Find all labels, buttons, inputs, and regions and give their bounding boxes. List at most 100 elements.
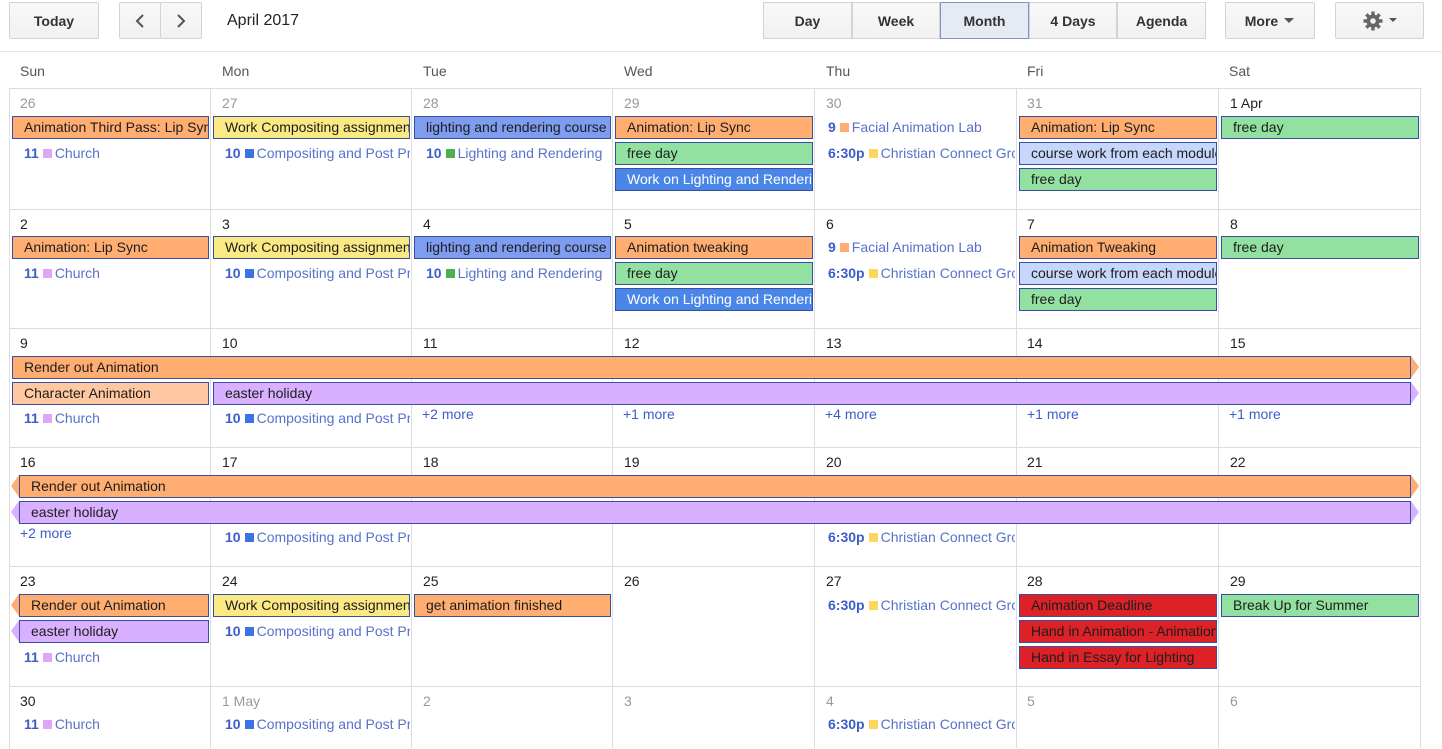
day-number[interactable]: 29 [1230,573,1246,589]
event-bar[interactable]: Animation tweaking [615,236,813,259]
event-bar[interactable]: Work on Lighting and Rendering [615,168,813,191]
event-bar[interactable]: Hand in Animation - Animation [1019,620,1217,643]
event-bar-multiday[interactable]: Render out Animation [19,475,1411,498]
event-bar[interactable]: free day [1019,168,1217,191]
view-week-button[interactable]: Week [852,2,940,39]
day-number[interactable]: 24 [222,573,238,589]
event-bar[interactable]: Character Animation [12,382,209,405]
more-link[interactable]: +1 more [623,406,675,422]
timed-event[interactable]: 6:30pChristian Connect Group [828,526,1015,548]
event-bar[interactable]: free day [615,142,813,165]
event-bar[interactable]: Work Compositing assignment [213,594,410,617]
day-number[interactable]: 17 [222,454,238,470]
day-number[interactable]: 27 [222,95,238,111]
timed-event[interactable]: 10Compositing and Post Production [225,713,410,735]
day-number[interactable]: 4 [826,693,834,709]
event-bar[interactable]: Work on Lighting and Rendering [615,288,813,311]
event-bar[interactable]: free day [1221,236,1419,259]
event-bar-multiday[interactable]: easter holiday [19,501,1411,524]
timed-event[interactable]: 10Compositing and Post Production [225,142,410,164]
day-number[interactable]: 6 [1230,693,1238,709]
view-day-button[interactable]: Day [763,2,852,39]
day-number[interactable]: 2 [20,216,28,232]
day-number[interactable]: 13 [826,335,842,351]
day-number[interactable]: 10 [222,335,238,351]
timed-event[interactable]: 11 Church [24,713,209,735]
day-number[interactable]: 5 [624,216,632,232]
day-number[interactable]: 16 [20,454,36,470]
day-number[interactable]: 19 [624,454,640,470]
more-link[interactable]: +2 more [422,406,474,422]
day-number[interactable]: 30 [20,693,36,709]
event-bar-multiday[interactable]: easter holiday [19,620,209,643]
timed-event[interactable]: 10Compositing and Post Production [225,262,410,284]
event-bar[interactable]: Work Compositing assignment [213,236,410,259]
view-agenda-button[interactable]: Agenda [1117,2,1206,39]
more-button[interactable]: More [1225,2,1315,39]
timed-event[interactable]: 11 Church [24,262,209,284]
day-number[interactable]: 7 [1027,216,1035,232]
event-bar[interactable]: lighting and rendering course [414,236,611,259]
day-number[interactable]: 4 [423,216,431,232]
timed-event[interactable]: 11 Church [24,407,209,429]
day-number[interactable]: 2 [423,693,431,709]
day-number[interactable]: 31 [1027,95,1043,111]
day-number[interactable]: 25 [423,573,439,589]
today-button[interactable]: Today [9,2,99,39]
timed-event[interactable]: 6:30pChristian Connect Group [828,594,1015,616]
day-number[interactable]: 26 [20,95,36,111]
event-bar[interactable]: Animation: Lip Sync [12,236,209,259]
timed-event[interactable]: 10Compositing and Post Production [225,620,410,642]
event-bar-multiday[interactable]: Render out Animation [12,356,1411,379]
day-number[interactable]: 18 [423,454,439,470]
day-number[interactable]: 3 [624,693,632,709]
day-number[interactable]: 28 [423,95,439,111]
event-bar[interactable]: Animation Deadline [1019,594,1217,617]
event-bar[interactable]: course work from each module [1019,262,1217,285]
more-link[interactable]: +4 more [825,406,877,422]
day-number[interactable]: 27 [826,573,842,589]
event-bar[interactable]: Hand in Essay for Lighting [1019,646,1217,669]
timed-event[interactable]: 11 Church [24,142,209,164]
event-bar[interactable]: Animation Tweaking [1019,236,1217,259]
event-bar-multiday[interactable]: easter holiday [213,382,1411,405]
day-number[interactable]: 29 [624,95,640,111]
event-bar[interactable]: get animation finished [414,594,611,617]
day-number[interactable]: 6 [826,216,834,232]
event-bar[interactable]: Work Compositing assignment [213,116,410,139]
day-number[interactable]: 23 [20,573,36,589]
more-link[interactable]: +2 more [20,525,72,541]
event-bar[interactable]: Animation: Lip Sync [615,116,813,139]
view-4days-button[interactable]: 4 Days [1029,2,1117,39]
event-bar[interactable]: Break Up for Summer [1221,594,1419,617]
settings-button[interactable] [1335,2,1424,39]
event-bar[interactable]: free day [1221,116,1419,139]
day-number[interactable]: 20 [826,454,842,470]
day-number[interactable]: 12 [624,335,640,351]
timed-event[interactable]: 6:30pChristian Connect Group [828,142,1015,164]
timed-event[interactable]: 11 Church [24,646,209,668]
day-number[interactable]: 9 [20,335,28,351]
day-number[interactable]: 14 [1027,335,1043,351]
timed-event[interactable]: 10 Lighting and Rendering [426,142,611,164]
day-number[interactable]: 1 May [222,693,260,709]
event-bar[interactable]: Animation: Lip Sync [1019,116,1217,139]
timed-event[interactable]: 9 Facial Animation Lab [828,116,1015,138]
timed-event[interactable]: 6:30pChristian Connect Group [828,713,1015,735]
event-bar[interactable]: Animation Third Pass: Lip Sync [12,116,209,139]
event-bar[interactable]: free day [615,262,813,285]
day-number[interactable]: 22 [1230,454,1246,470]
timed-event[interactable]: 6:30pChristian Connect Group [828,262,1015,284]
next-button[interactable] [160,2,202,39]
day-number[interactable]: 28 [1027,573,1043,589]
event-bar[interactable]: course work from each module [1019,142,1217,165]
day-number[interactable]: 1 Apr [1230,95,1263,111]
day-number[interactable]: 8 [1230,216,1238,232]
day-number[interactable]: 21 [1027,454,1043,470]
day-number[interactable]: 11 [423,335,438,351]
prev-button[interactable] [119,2,161,39]
more-link[interactable]: +1 more [1027,406,1079,422]
event-bar[interactable]: free day [1019,288,1217,311]
view-month-button[interactable]: Month [940,2,1029,39]
timed-event[interactable]: 10Compositing and Post Production [225,526,410,548]
